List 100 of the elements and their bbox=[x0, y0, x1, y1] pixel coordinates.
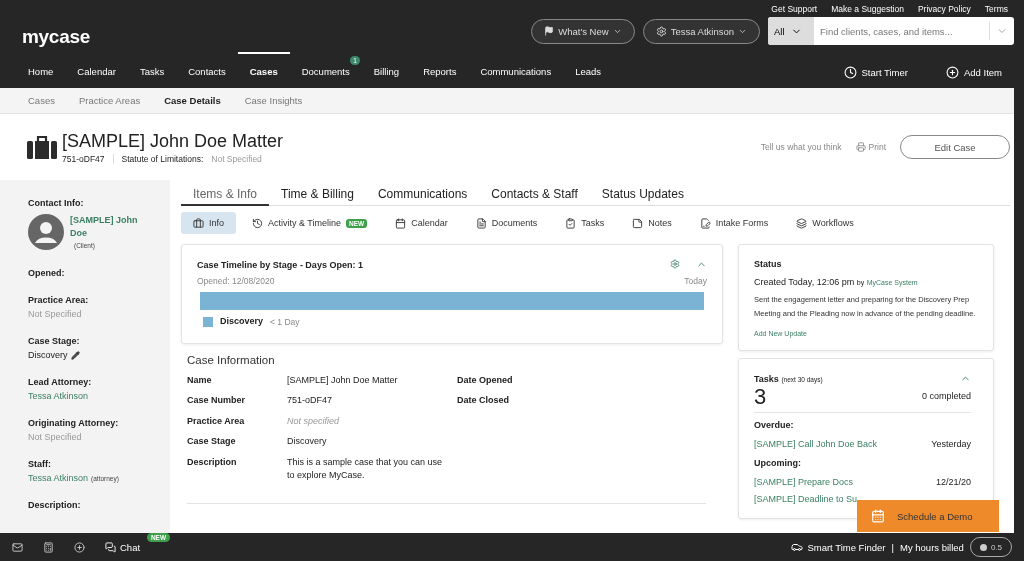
start-timer-button[interactable]: Start Timer bbox=[837, 64, 914, 80]
section-tab[interactable]: Intake Forms bbox=[687, 212, 781, 234]
case-title: [SAMPLE] John Doe Matter bbox=[62, 130, 284, 152]
case-tab[interactable]: Status Updates bbox=[589, 183, 696, 206]
task-link[interactable]: [SAMPLE] Call John Doe Back bbox=[754, 439, 878, 450]
nav-tab[interactable]: Contacts bbox=[176, 52, 238, 88]
plus-icon[interactable] bbox=[74, 541, 85, 553]
nav-tab[interactable]: Billing bbox=[361, 52, 412, 88]
card-title: Case Timeline by Stage - Days Open: 1 bbox=[197, 259, 363, 270]
document-icon bbox=[475, 217, 487, 229]
nav-tab[interactable]: Communications bbox=[468, 52, 564, 88]
utility-link[interactable]: Get Support bbox=[771, 3, 818, 14]
due-date: 12/21/20 bbox=[935, 475, 971, 489]
info-label: Description bbox=[187, 455, 238, 469]
contact-link[interactable]: [SAMPLE] John Doe bbox=[70, 214, 150, 241]
opened-date: Opened: 12/08/2020 bbox=[197, 276, 275, 286]
section-title: Case Information bbox=[187, 353, 276, 366]
feedback-link[interactable]: Tell us what you think bbox=[760, 142, 842, 152]
field-label: Staff: bbox=[28, 459, 52, 469]
utility-link[interactable]: Make a Suggestion bbox=[831, 3, 904, 14]
form-icon bbox=[699, 217, 711, 229]
field-label: Description: bbox=[28, 500, 82, 510]
field-label: Practice Area: bbox=[28, 295, 90, 305]
hours-billed-button[interactable]: 0.5 bbox=[969, 537, 1012, 557]
info-label: Date Closed bbox=[457, 394, 510, 407]
nav-tab[interactable]: Reports bbox=[411, 52, 469, 88]
statute-label: Statute of Limitations: bbox=[121, 153, 204, 164]
nav-tab[interactable]: Tasks bbox=[127, 52, 177, 88]
scope-dropdown[interactable]: All bbox=[768, 17, 814, 45]
layers-icon bbox=[796, 217, 808, 229]
section-tab[interactable]: Notes bbox=[620, 212, 684, 234]
chat-icon bbox=[105, 541, 116, 553]
task-count: 3 bbox=[754, 384, 767, 410]
section-tab[interactable]: Documents bbox=[463, 212, 550, 234]
gear-icon[interactable] bbox=[670, 259, 680, 269]
attorney-link[interactable]: Tessa Atkinson bbox=[28, 391, 89, 401]
briefcase-icon bbox=[27, 135, 57, 159]
info-label: Case Number bbox=[187, 394, 247, 407]
briefcase-icon bbox=[193, 217, 204, 229]
add-item-button[interactable]: Add Item bbox=[939, 64, 1008, 80]
edit-case-button[interactable]: Edit Case bbox=[900, 135, 1010, 159]
info-value: 751-oDF47 bbox=[287, 394, 334, 407]
card-title: Status bbox=[754, 259, 783, 269]
sub-nav-tab[interactable]: Case Details bbox=[152, 95, 233, 106]
case-tab[interactable]: Contacts & Staff bbox=[479, 183, 590, 206]
flag-icon bbox=[544, 26, 555, 36]
separator: | bbox=[891, 541, 894, 553]
nav-tab[interactable]: Home bbox=[16, 52, 66, 88]
printer-icon bbox=[855, 142, 866, 152]
section-tab[interactable]: Info bbox=[181, 212, 236, 234]
sub-nav-tab[interactable]: Case Insights bbox=[232, 95, 315, 106]
task-link[interactable]: [SAMPLE] Prepare Docs bbox=[754, 477, 854, 488]
logo[interactable]: mycase bbox=[22, 26, 90, 48]
section-tab[interactable]: Calendar bbox=[383, 212, 460, 234]
time-finder-button[interactable]: Smart Time Finder bbox=[791, 541, 886, 553]
case-number: 751-oDF47 bbox=[62, 153, 105, 164]
completed-count: 0 completed bbox=[921, 390, 971, 404]
nav-tab[interactable]: Leads bbox=[563, 52, 614, 88]
section-tab[interactable]: Tasks bbox=[553, 212, 617, 234]
info-label: Case Stage bbox=[187, 435, 237, 448]
case-tab[interactable]: Communications bbox=[365, 183, 480, 206]
info-value: [SAMPLE] John Doe Matter bbox=[287, 373, 399, 387]
car-icon bbox=[791, 541, 804, 553]
avatar-icon bbox=[28, 214, 64, 250]
schedule-demo-button[interactable]: Schedule a Demo bbox=[857, 500, 999, 532]
clipboard-icon bbox=[565, 217, 577, 229]
attorney-link[interactable]: Tessa Atkinson bbox=[28, 473, 89, 483]
field-label: Lead Attorney: bbox=[28, 377, 93, 387]
hours-label: My hours billed bbox=[900, 541, 964, 553]
today-label: Today bbox=[684, 276, 707, 286]
case-tab[interactable]: Time & Billing bbox=[269, 183, 366, 206]
info-value: Discovery bbox=[287, 435, 328, 448]
field-label: Opened: bbox=[28, 268, 66, 278]
search-field[interactable]: All Find clients, cases, and items... bbox=[768, 17, 1014, 45]
section-tab[interactable]: Workflows bbox=[784, 212, 866, 234]
utility-link[interactable]: Terms bbox=[984, 3, 1008, 14]
mail-icon[interactable] bbox=[12, 541, 23, 553]
stage-duration: < 1 Day bbox=[270, 316, 300, 327]
whats-new-button[interactable]: What's New bbox=[531, 18, 635, 44]
info-value: Not specified bbox=[287, 414, 341, 428]
case-tab[interactable]: Items & Info bbox=[181, 183, 270, 206]
sub-nav-tab[interactable]: Practice Areas bbox=[66, 95, 153, 106]
utility-link[interactable]: Privacy Policy bbox=[917, 3, 971, 14]
calculator-icon[interactable] bbox=[43, 541, 54, 553]
pencil-icon[interactable] bbox=[70, 350, 80, 360]
gear-icon bbox=[655, 25, 667, 37]
calendar-icon bbox=[871, 509, 885, 523]
info-label: Date Opened bbox=[457, 373, 514, 387]
history-icon bbox=[252, 217, 263, 229]
group-label: Overdue: bbox=[754, 419, 795, 432]
clock-icon bbox=[843, 65, 857, 79]
user-menu-button[interactable]: Tessa Atkinson bbox=[642, 18, 760, 44]
nav-tab[interactable]: Calendar bbox=[65, 52, 128, 88]
print-link[interactable]: Print bbox=[855, 142, 886, 152]
task-link[interactable]: [SAMPLE] Deadline to Su bbox=[754, 494, 858, 504]
stage-name: Discovery bbox=[220, 315, 264, 328]
sub-nav-tab[interactable]: Cases bbox=[16, 95, 67, 106]
info-label: Practice Area bbox=[187, 414, 246, 428]
info-label: Name bbox=[187, 373, 213, 387]
calendar-icon bbox=[395, 217, 407, 229]
